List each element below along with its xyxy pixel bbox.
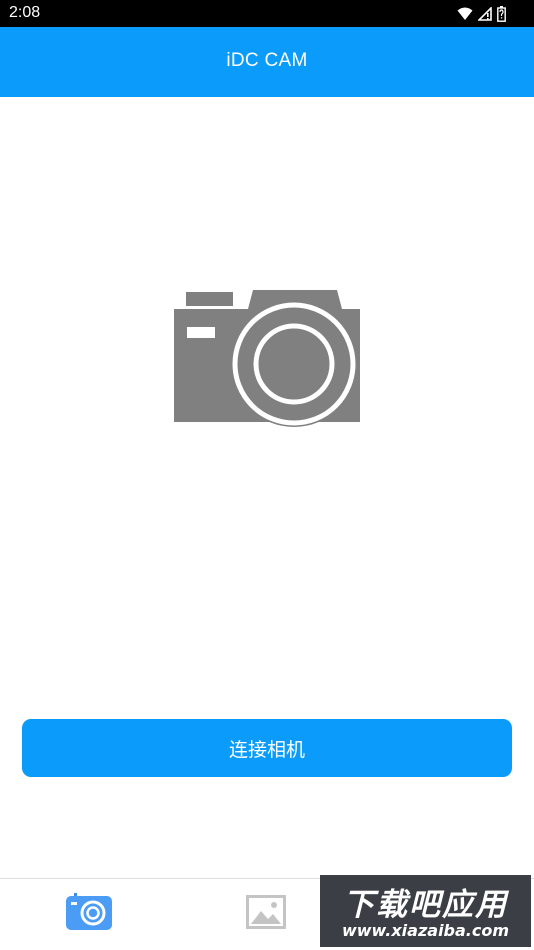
status-bar: 2:08 [0, 0, 534, 27]
camera-icon [172, 287, 362, 429]
camera-icon [66, 893, 112, 930]
image-icon [246, 895, 286, 929]
connect-camera-button[interactable]: 连接相机 [22, 719, 512, 777]
cellular-signal-icon [478, 7, 492, 21]
wifi-icon [457, 7, 473, 20]
status-time: 2:08 [9, 4, 41, 21]
tab-gallery[interactable] [245, 893, 293, 931]
watermark-logo: 下载吧应用 www.xiazaiba.com [320, 875, 531, 947]
watermark-url: www.xiazaiba.com [341, 921, 510, 940]
battery-icon [497, 6, 506, 22]
app-bar: iDC CAM [0, 27, 534, 97]
status-icons [457, 5, 506, 23]
watermark-title: 下载吧应用 [343, 887, 508, 923]
tab-camera[interactable] [65, 893, 113, 931]
app-title: iDC CAM [226, 50, 308, 71]
